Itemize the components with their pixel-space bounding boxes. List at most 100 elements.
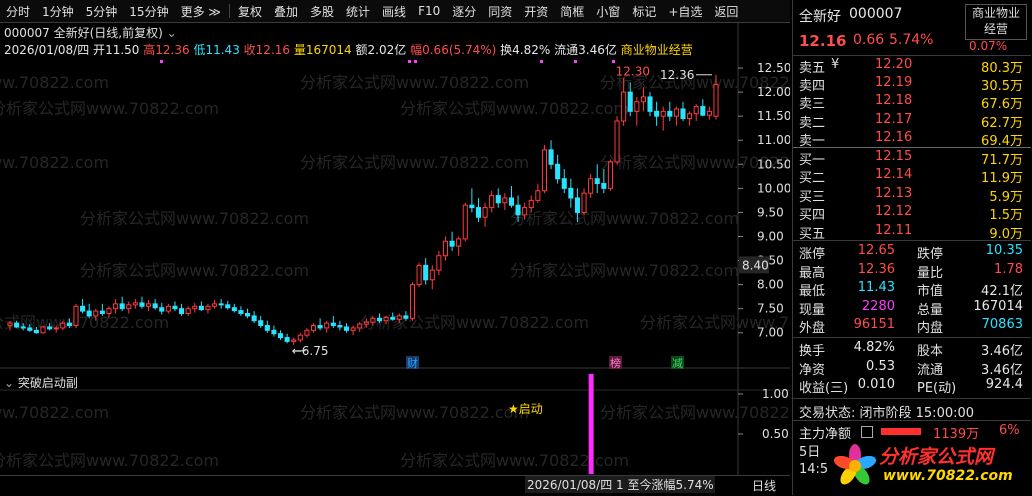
watermark-text: 分析家公式网www.70822.com	[300, 403, 529, 422]
candle-down	[264, 325, 270, 331]
ask-label: 卖一	[799, 133, 826, 149]
bid-row[interactable]: 买三 12.13 5.9万	[793, 186, 1031, 205]
candle-up	[350, 327, 356, 331]
back-button[interactable]: 返回	[708, 3, 744, 20]
ask-label: 卖四	[799, 79, 826, 95]
stat-row[interactable]: 最高 12.36 量比 1.78	[793, 262, 1031, 281]
kline-chart[interactable]: 分析家公式网www.70822.com 分析家公式网www.70822.com 分析…	[0, 22, 790, 495]
candle-down	[20, 326, 26, 329]
bid-row[interactable]: 买二 12.14 11.9万	[793, 167, 1031, 186]
bid-row[interactable]: 买一 12.15 71.7万	[793, 149, 1031, 168]
tab-5min[interactable]: 5分钟	[80, 3, 124, 20]
draw-line-button[interactable]: 画线	[376, 3, 412, 20]
ask-currency: ¥	[831, 57, 840, 72]
tongqi-button[interactable]: 同资	[482, 3, 518, 20]
bid-price: 12.15	[875, 149, 913, 164]
stat-row[interactable]: 收益(三) 0.010 PE(动) 924.4	[793, 377, 1031, 396]
stat-label: 股本	[917, 344, 944, 359]
watermark-text: 分析家公式网www.70822.com	[0, 451, 219, 470]
add-watchlist-button[interactable]: +自选	[662, 3, 708, 20]
tab-fenshi[interactable]: 分时	[0, 3, 36, 20]
cursor-date: 2026/01/08/四	[527, 478, 613, 492]
stats-button[interactable]: 统计	[340, 3, 376, 20]
multi-stock-button[interactable]: 多股	[304, 3, 340, 20]
chart-title-row: 000007 全新好(日线,前复权) ⌄	[4, 24, 177, 41]
event-marker: 榜	[610, 356, 621, 370]
candle-down	[317, 325, 323, 329]
watermark-text: 分析家公式网www.70822.com	[0, 73, 109, 92]
stat-row[interactable]: 最低 11.43 市值 42.1亿	[793, 280, 1031, 299]
candle-down	[330, 322, 336, 327]
stat-value: 12.65	[857, 243, 895, 258]
stat-row[interactable]: 现量 2280 总量 167014	[793, 299, 1031, 318]
stat-row[interactable]: 净资 0.53 流通 3.46亿	[793, 359, 1031, 378]
overlay-button[interactable]: 叠加	[268, 3, 304, 20]
candle-down	[343, 326, 350, 331]
indicator-tick-label: 0.50	[762, 427, 789, 441]
watermark-text: 分析家公式网www.70822.com	[600, 403, 790, 422]
stat-row[interactable]: 换手 4.82% 股本 3.46亿	[793, 340, 1031, 359]
logo-url: www.70822.com	[883, 468, 1013, 484]
ask-row[interactable]: 卖一 12.16 69.4万	[793, 130, 1031, 149]
stat-row[interactable]: 涨停 12.65 跌停 10.35	[793, 243, 1031, 262]
stat-value: 0.010	[857, 377, 895, 393]
candle-up	[429, 269, 435, 281]
candle-up	[363, 321, 369, 325]
candle-up	[713, 83, 719, 117]
candle-down	[271, 329, 277, 335]
period-label[interactable]: 日线	[752, 477, 776, 494]
bid-row[interactable]: 买四 12.12 1.5万	[793, 204, 1031, 223]
candle-up	[673, 108, 679, 117]
candle-up	[489, 195, 495, 209]
ask-row[interactable]: 卖四 12.19 30.5万	[793, 75, 1031, 95]
ask-row[interactable]: 卖五 12.20 80.3万 ¥	[793, 57, 1031, 76]
candle-up	[502, 197, 508, 204]
candle-down	[376, 317, 383, 322]
ask-row[interactable]: 卖二 12.17 62.7万	[793, 112, 1031, 131]
candle-down	[680, 108, 686, 120]
tab-1min[interactable]: 1分钟	[36, 3, 80, 20]
indicator-settings-icon[interactable]: ⌄	[4, 376, 18, 390]
info-open: 11.50	[105, 43, 140, 57]
tab-more[interactable]: 更多 ≫	[175, 3, 227, 20]
cursor-count: 1	[616, 478, 624, 492]
candle-down	[284, 337, 290, 342]
bid-row[interactable]: 买五 12.11 9.0万	[793, 222, 1031, 242]
bid-volume: 71.7万	[981, 153, 1023, 168]
price-change-pct: 5.74%	[889, 32, 934, 48]
candle-down	[179, 308, 185, 314]
flow-detail-icon[interactable]	[861, 426, 873, 438]
candle-up	[706, 110, 712, 116]
bid-label: 买一	[799, 153, 826, 168]
candle-up	[522, 207, 528, 216]
candle-down	[594, 178, 600, 185]
stat-value: 10.35	[985, 243, 1023, 258]
simple-frame-button[interactable]: 简框	[554, 3, 590, 20]
candle-down	[555, 163, 561, 180]
bid-price: 12.11	[875, 222, 913, 238]
event-dot	[408, 60, 411, 63]
chevron-down-icon[interactable]: ⌄	[167, 26, 177, 40]
stat-label: 现量	[799, 302, 826, 318]
kaizi-button[interactable]: 开资	[518, 3, 554, 20]
fuquan-button[interactable]: 复权	[232, 3, 268, 20]
event-marker: 财	[407, 356, 418, 370]
candle-up	[436, 255, 442, 271]
info-sector[interactable]: 商业物业经营	[621, 43, 693, 57]
candle-down	[27, 327, 33, 331]
candle-down	[33, 329, 39, 334]
trade-status-row: 交易状态: 闭市阶段 15:00:00	[793, 402, 1031, 421]
zhufen-button[interactable]: 逐分	[446, 3, 482, 20]
f10-button[interactable]: F10	[412, 4, 446, 18]
ask-row[interactable]: 卖三 12.18 67.6万	[793, 93, 1031, 112]
candle-down	[172, 305, 178, 310]
stat-row[interactable]: 外盘 96151 内盘 70863	[793, 317, 1031, 336]
divider	[228, 4, 230, 18]
tab-15min[interactable]: 15分钟	[123, 3, 174, 20]
trade-status: 交易状态: 闭市阶段 15:00:00	[799, 406, 975, 421]
candle-down	[561, 178, 567, 189]
candle-down	[647, 96, 653, 112]
mark-button[interactable]: 标记	[626, 3, 662, 20]
small-window-button[interactable]: 小窗	[590, 3, 626, 20]
stat-value: 11.43	[857, 280, 895, 296]
